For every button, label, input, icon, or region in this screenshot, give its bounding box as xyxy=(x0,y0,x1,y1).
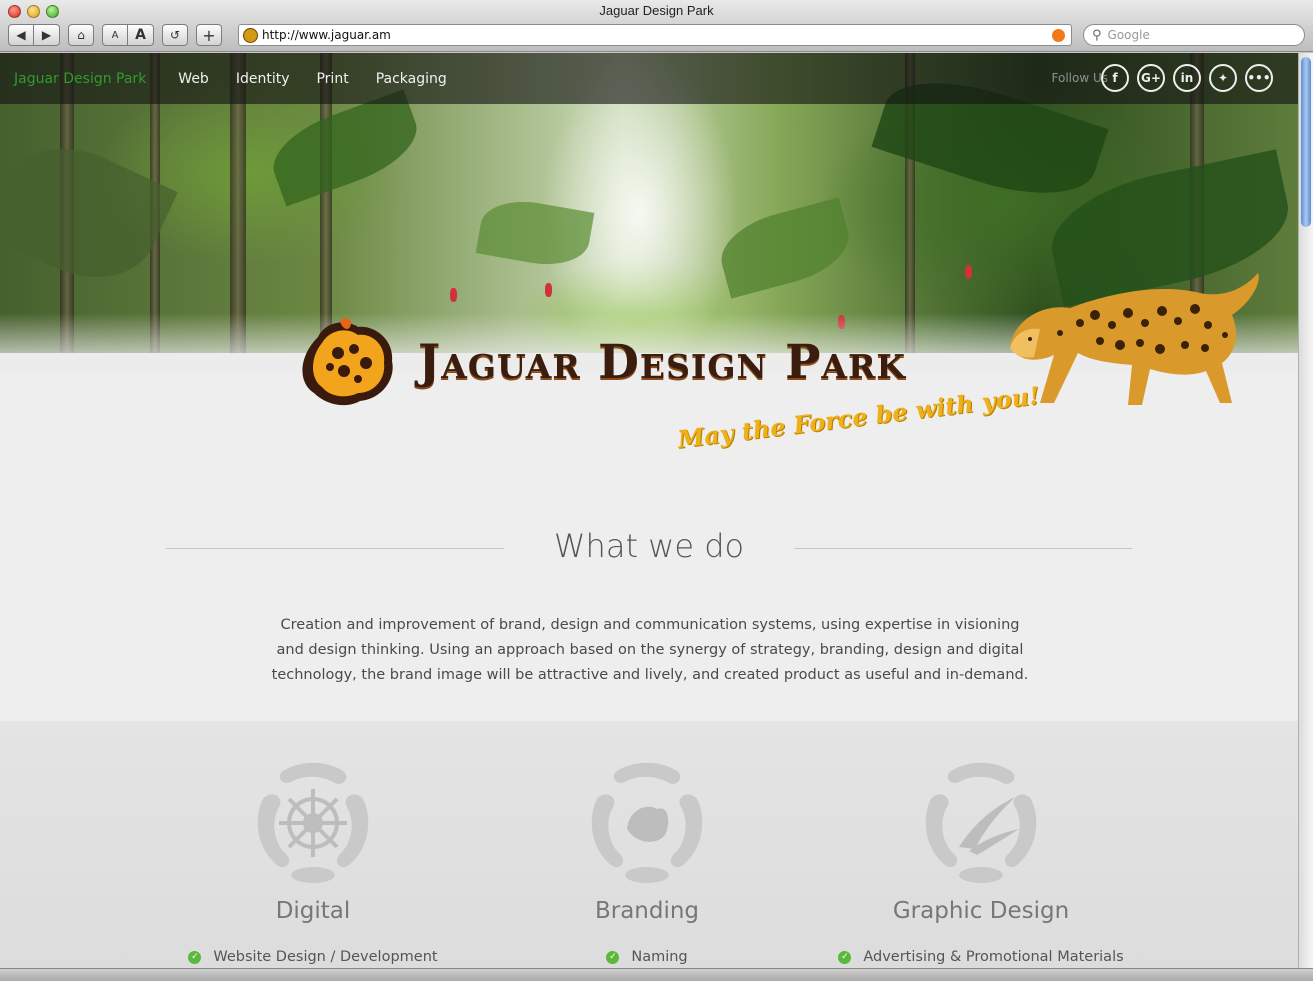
service-list-item: ✓ Advertising & Promotional Materials xyxy=(821,949,1141,965)
search-placeholder: Google xyxy=(1107,28,1150,42)
service-graphic-design: Graphic Design ✓ Advertising & Promotion… xyxy=(821,759,1141,965)
brush-stroke-icon xyxy=(925,762,1037,883)
follow-us-label: Follow Us xyxy=(1051,71,1109,85)
service-title: Branding xyxy=(594,898,700,924)
service-title: Graphic Design xyxy=(892,898,1070,924)
service-title: Digital xyxy=(275,898,351,924)
reload-button[interactable]: ↺ xyxy=(162,24,188,46)
address-bar[interactable]: http://www.jaguar.am xyxy=(238,24,1072,46)
brand-link[interactable]: Jaguar Design Park xyxy=(14,71,146,87)
site-navbar: Jaguar Design Park Web Identity Print Pa… xyxy=(0,53,1298,104)
search-icon: ⚲ xyxy=(1092,27,1102,43)
ship-wheel-icon xyxy=(257,762,369,883)
browser-toolbar: Jaguar Design Park ◀ ▶ ⌂ A A ↺ + http://… xyxy=(0,0,1313,52)
nav-link-identity[interactable]: Identity xyxy=(236,71,290,87)
text-smaller-button[interactable]: A xyxy=(102,24,128,46)
toolbar-buttons: ◀ ▶ ⌂ A A ↺ + xyxy=(8,24,222,46)
check-icon: ✓ xyxy=(838,950,852,964)
nav-link-print[interactable]: Print xyxy=(316,71,348,87)
heading-rule-right xyxy=(794,548,1132,549)
search-field[interactable]: ⚲ Google xyxy=(1083,24,1305,46)
text-larger-button[interactable]: A xyxy=(128,24,154,46)
home-button[interactable]: ⌂ xyxy=(68,24,94,46)
service-item-label[interactable]: Advertising & Promotional Materials xyxy=(863,949,1123,965)
twitter-icon[interactable]: ✦ xyxy=(1209,64,1237,92)
reload-icon: ↺ xyxy=(169,28,181,42)
home-icon: ⌂ xyxy=(77,28,85,42)
add-bookmark-button[interactable]: + xyxy=(196,24,222,46)
service-item-label[interactable]: Website Design / Development xyxy=(213,949,437,965)
service-branding: Branding ✓ Naming xyxy=(487,759,807,965)
tagline: May the Force be with you! xyxy=(676,380,1042,454)
rss-icon[interactable] xyxy=(1052,29,1065,42)
linkedin-icon[interactable]: in xyxy=(1173,64,1201,92)
facebook-icon[interactable]: f xyxy=(1101,64,1129,92)
service-list-item: ✓ Website Design / Development xyxy=(153,949,473,965)
page-viewport: Jaguar Design Park Web Identity Print Pa… xyxy=(0,53,1298,968)
forward-arrow-icon: ▶ xyxy=(41,28,52,42)
vertical-scrollbar[interactable] xyxy=(1298,53,1313,968)
section-heading: What we do xyxy=(553,527,745,565)
minimize-window-button[interactable] xyxy=(27,5,40,18)
more-icon[interactable]: ••• xyxy=(1245,64,1273,92)
check-icon: ✓ xyxy=(606,950,620,964)
social-links: f G+ in ✦ ••• xyxy=(1101,64,1273,92)
close-window-button[interactable] xyxy=(8,5,21,18)
service-digital: Digital ✓ Website Design / Development xyxy=(153,759,473,965)
service-item-label[interactable]: Naming xyxy=(631,949,687,965)
address-url: http://www.jaguar.am xyxy=(262,28,391,42)
window-title: Jaguar Design Park xyxy=(599,3,714,18)
text-size-buttons: A A xyxy=(102,24,154,46)
jaguar-illustration xyxy=(1010,273,1259,405)
site-favicon-icon xyxy=(243,27,258,43)
shell-icon xyxy=(591,762,703,883)
google-plus-icon[interactable]: G+ xyxy=(1137,64,1165,92)
back-arrow-icon: ◀ xyxy=(16,28,26,42)
main-menu: Web Identity Print Packaging xyxy=(178,71,446,87)
nav-link-web[interactable]: Web xyxy=(178,71,209,87)
logo-wordmark: Jaguar Design Park xyxy=(418,335,907,390)
check-icon: ✓ xyxy=(188,950,202,964)
nav-link-packaging[interactable]: Packaging xyxy=(376,71,447,87)
window-controls xyxy=(8,5,59,18)
scrollbar-thumb[interactable] xyxy=(1301,57,1311,227)
about-paragraph: Creation and improvement of brand, desig… xyxy=(271,617,1029,683)
status-bar xyxy=(0,968,1313,981)
history-buttons: ◀ ▶ xyxy=(8,24,60,46)
back-button[interactable]: ◀ xyxy=(8,24,34,46)
service-list-item: ✓ Naming xyxy=(487,949,807,965)
zoom-window-button[interactable] xyxy=(46,5,59,18)
jaguar-emblem-logo xyxy=(302,318,393,406)
forward-button[interactable]: ▶ xyxy=(34,24,60,46)
